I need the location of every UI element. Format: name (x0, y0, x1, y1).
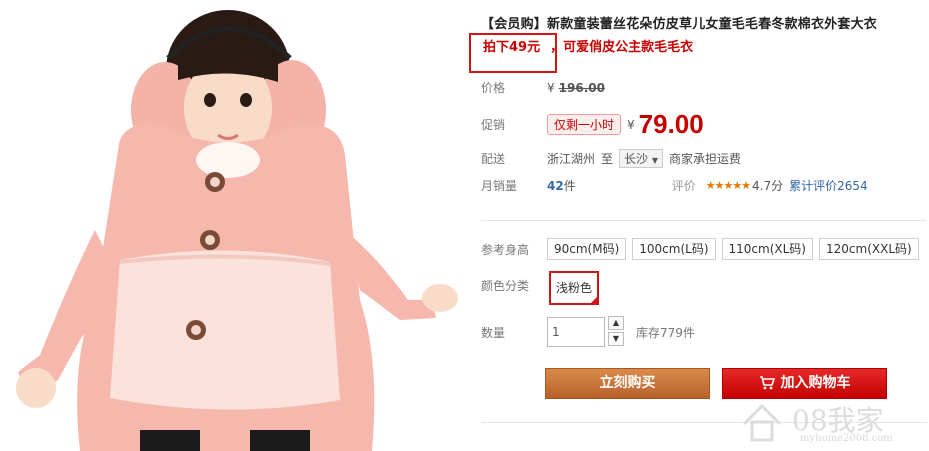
size-row: 参考身高 90cm(M码) 100cm(L码) 110cm(XL码) 120cm… (481, 238, 925, 260)
stock-count: 库存779件 (636, 325, 695, 340)
rating-stars-icon: ★★★★★ (705, 179, 751, 192)
shipping-note: 商家承担运费 (669, 152, 742, 166)
total-reviews-link[interactable]: 累计评价2654 (789, 177, 868, 194)
ship-from: 浙江湖州 (547, 152, 596, 166)
size-option-110[interactable]: 110cm(XL码) (721, 238, 813, 260)
destination-value: 长沙 (624, 152, 649, 166)
buy-now-button[interactable]: 立刻购买 (545, 368, 710, 399)
color-label: 颜色分类 (481, 279, 530, 293)
quantity-label: 数量 (481, 325, 506, 340)
rating-score: 4.7分 (752, 179, 784, 193)
selected-check-icon (590, 296, 598, 304)
girl-in-pink-coat-image (0, 0, 462, 451)
sale-label: 促销 (481, 118, 506, 132)
color-option-label: 浅粉色 (555, 281, 592, 295)
price-row: 价格 ¥ 196.00 (481, 79, 605, 96)
cart-icon (759, 376, 775, 390)
quantity-stepper: ▲ ▼ (608, 316, 624, 348)
destination-select[interactable]: 长沙 ▼ (619, 149, 664, 168)
chevron-down-icon: ▼ (651, 156, 659, 165)
rating-label: 评价 (671, 179, 696, 193)
monthly-sales-unit: 件 (563, 179, 576, 193)
limited-time-badge: 仅剩一小时 (547, 114, 622, 135)
original-price: 196.00 (558, 80, 605, 95)
shipping-label: 配送 (481, 152, 506, 166)
quantity-input[interactable]: 1 (547, 317, 605, 347)
size-option-120[interactable]: 120cm(XXL码) (819, 238, 919, 260)
sale-currency: ¥ (627, 117, 635, 132)
quantity-row: 数量 1 ▲ ▼ 库存779件 (481, 316, 695, 348)
sales-row: 月销量 42 件 评价 ★★★★★ 4.7分 累计评价2654 (481, 177, 868, 194)
add-to-cart-label: 加入购物车 (780, 375, 851, 391)
size-option-100[interactable]: 100cm(L码) (632, 238, 716, 260)
product-photo[interactable] (0, 0, 462, 451)
size-label: 参考身高 (481, 242, 530, 257)
promo-description: ，可爱俏皮公主款毛毛衣 (550, 40, 694, 55)
promo-highlight-box (469, 33, 557, 73)
price-label: 价格 (481, 81, 506, 95)
color-option-light-pink[interactable]: 浅粉色 (549, 271, 599, 305)
quantity-up-button[interactable]: ▲ (608, 316, 624, 330)
sale-row: 促销 仅剩一小时 ¥ 79.00 (481, 109, 704, 140)
divider (481, 220, 926, 221)
monthly-sales-label: 月销量 (481, 179, 518, 193)
ship-to-word: 至 (601, 152, 614, 166)
product-title[interactable]: 【会员购】新款童装蕾丝花朵仿皮草儿女童毛毛春冬款棉衣外套大衣 (481, 13, 929, 32)
size-option-90[interactable]: 90cm(M码) (547, 238, 627, 260)
watermark-url: myhome2008.com (800, 433, 893, 444)
monthly-sales-count: 42 (547, 178, 564, 193)
color-row: 颜色分类 (481, 277, 547, 294)
sale-price: 79.00 (638, 109, 704, 139)
price-currency: ¥ (547, 80, 555, 95)
quantity-down-button[interactable]: ▼ (608, 332, 624, 346)
shipping-row: 配送 浙江湖州 至 长沙 ▼ 商家承担运费 (481, 149, 741, 168)
